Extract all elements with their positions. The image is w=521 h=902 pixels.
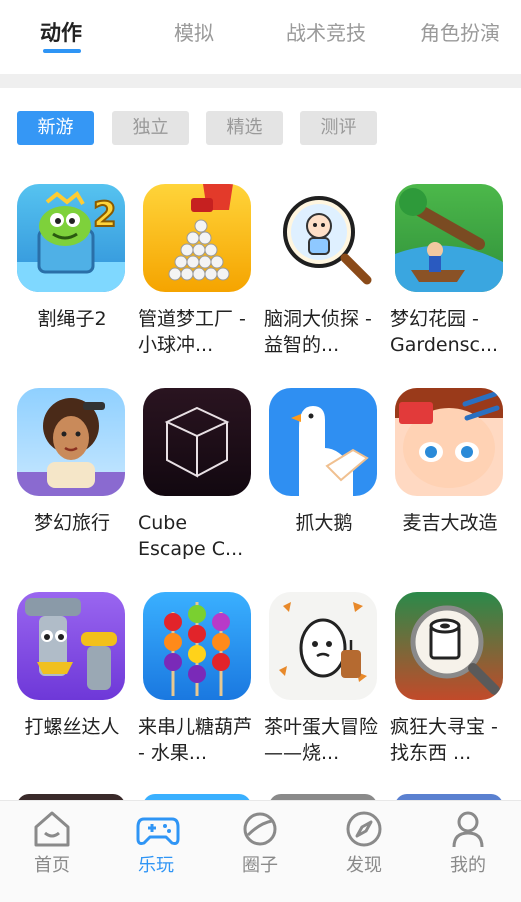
- category-tab-bar: 动作 模拟 战术竞技 角色扮演: [0, 0, 521, 72]
- app-name: 麦吉大改造: [402, 512, 498, 534]
- section-divider: [0, 74, 521, 88]
- candied-fruit-icon: [143, 592, 251, 700]
- tab-roleplay[interactable]: 角色扮演: [420, 17, 500, 46]
- nav-discover[interactable]: 发现: [312, 801, 416, 902]
- filter-new[interactable]: 新游: [17, 111, 94, 145]
- tab-simulation[interactable]: 模拟: [174, 17, 214, 46]
- app-name: 梦幻花园 - Gardensc...: [390, 308, 499, 356]
- gamepad-icon: [136, 809, 180, 849]
- app-name: 打螺丝达人: [24, 716, 120, 738]
- nav-me[interactable]: 我的: [416, 801, 520, 902]
- app-name: 脑洞大侦探 - 益智的...: [264, 308, 372, 356]
- tab-tactical[interactable]: 战术竞技: [286, 17, 366, 46]
- brain-detective-icon: [269, 184, 377, 292]
- app-name: 梦幻旅行: [33, 512, 110, 534]
- nav-circle-label: 圈子: [242, 855, 278, 876]
- filter-featured[interactable]: 精选: [206, 111, 283, 145]
- app-name: 抓大鹅: [295, 512, 353, 534]
- user-icon: [448, 809, 488, 849]
- treasure-hunt-icon: [395, 592, 503, 700]
- filter-indie[interactable]: 独立: [112, 111, 189, 145]
- nav-home-label: 首页: [34, 855, 70, 876]
- app-name: Cube Escape C...: [138, 512, 244, 560]
- makeover-icon: [395, 388, 503, 496]
- dream-travel-icon: [17, 388, 125, 496]
- app-name: 茶叶蛋大冒险——烧...: [264, 716, 379, 764]
- app-name: 割绳子2: [37, 308, 107, 330]
- app-name: 管道梦工厂 - 小球冲...: [138, 308, 246, 356]
- nav-home[interactable]: 首页: [0, 801, 104, 902]
- tab-action[interactable]: 动作: [40, 17, 82, 47]
- catch-goose-icon: [269, 388, 377, 496]
- gardenscapes-icon: [395, 184, 503, 292]
- nav-discover-label: 发现: [346, 855, 382, 876]
- nav-play-label: 乐玩: [138, 855, 174, 876]
- cut-the-rope-icon: 2: [17, 184, 125, 292]
- bottom-navigation: 首页 乐玩 圈子 发现 我的: [0, 800, 521, 902]
- screw-master-icon: [17, 592, 125, 700]
- tea-egg-icon: [269, 592, 377, 700]
- app-name: 来串儿糖葫芦 - 水果...: [138, 716, 253, 764]
- app-name: 疯狂大寻宝 - 找东西 ...: [390, 716, 498, 764]
- nav-play[interactable]: 乐玩: [104, 801, 208, 902]
- pipe-factory-icon: [143, 184, 251, 292]
- planet-icon: [240, 809, 280, 849]
- home-icon: [32, 809, 72, 849]
- compass-icon: [344, 809, 384, 849]
- nav-me-label: 我的: [450, 855, 486, 876]
- active-tab-indicator: [43, 49, 81, 53]
- filter-review[interactable]: 测评: [300, 111, 377, 145]
- svg-text:2: 2: [93, 195, 117, 235]
- nav-circle[interactable]: 圈子: [208, 801, 312, 902]
- cube-escape-icon: [143, 388, 251, 496]
